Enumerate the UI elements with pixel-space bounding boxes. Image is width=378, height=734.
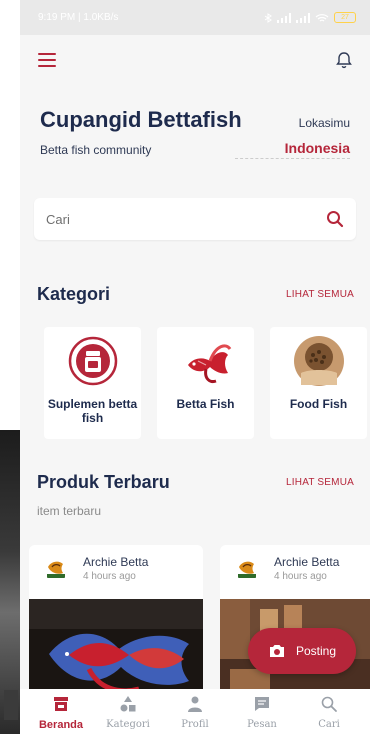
product-header: Archie Betta 4 hours ago [220, 545, 370, 599]
seller-name: Archie Betta [83, 555, 149, 569]
app-title: Cupangid Bettafish [40, 107, 242, 132]
posting-label: Posting [295, 644, 337, 658]
status-icons: 27 [264, 12, 356, 23]
menu-icon[interactable] [38, 53, 56, 67]
product-time: 4 hours ago [274, 571, 327, 582]
wifi-icon [315, 13, 329, 22]
product-time: 4 hours ago [83, 571, 136, 582]
phone-screen: 9:19 PM | 1.0KB/s 27 Cupangid Bettafish … [20, 0, 370, 734]
nav-item-cari[interactable]: Cari [296, 689, 362, 734]
newest-title: Produk Terbaru [37, 472, 170, 492]
search-input[interactable]: Cari [46, 212, 70, 227]
search-icon [321, 696, 337, 712]
category-label: Betta Fish [176, 397, 235, 411]
category-card-supplement[interactable]: Suplemen betta fish [44, 327, 141, 439]
category-card-food-fish[interactable]: Food Fish [270, 327, 367, 439]
posting-button[interactable]: Posting [248, 628, 356, 674]
battery-icon: 27 [334, 12, 356, 23]
nav-label: Cari [318, 719, 340, 730]
store-icon [54, 697, 68, 711]
person-icon [188, 696, 202, 712]
location-selector[interactable]: Indonesia [234, 140, 350, 159]
seller-logo-icon [234, 555, 260, 581]
nav-label: Kategori [106, 719, 150, 730]
message-icon [255, 697, 269, 711]
newest-header: Produk Terbaru LIHAT SEMUA [37, 472, 354, 493]
top-app-bar [20, 35, 370, 85]
nav-item-kategori[interactable]: Kategori [95, 689, 161, 734]
category-label: Suplemen betta fish [47, 397, 138, 425]
signal-icon [277, 12, 291, 23]
camera-icon [269, 645, 284, 657]
newest-see-all-link[interactable]: LIHAT SEMUA [286, 477, 354, 488]
bell-icon[interactable] [334, 50, 354, 70]
app-subtitle: Betta fish community [40, 143, 152, 157]
nav-item-pesan[interactable]: Pesan [229, 689, 295, 734]
status-time: 9:19 PM | 1.0KB/s [38, 12, 119, 23]
seller-name: Archie Betta [274, 555, 340, 569]
betta-fish-icon [180, 335, 232, 387]
category-list: Suplemen betta fish Betta Fish Food Fish [44, 327, 367, 439]
product-list: Archie Betta 4 hours ago Archie Betta 4 … [29, 545, 370, 705]
app-header: Cupangid Bettafish Betta fish community … [20, 85, 370, 160]
nav-label: Profil [181, 719, 209, 730]
seller-logo-icon [43, 555, 69, 581]
categories-header: Kategori LIHAT SEMUA [37, 284, 354, 305]
bottom-navigation: Beranda Kategori Profil Pesan Cari [20, 689, 370, 734]
nav-item-beranda[interactable]: Beranda [28, 689, 94, 734]
battery-level: 27 [341, 14, 349, 21]
product-card[interactable]: Archie Betta 4 hours ago [220, 545, 370, 705]
nav-item-profil[interactable]: Profil [162, 689, 228, 734]
nav-label: Pesan [247, 719, 277, 730]
category-card-betta-fish[interactable]: Betta Fish [157, 327, 254, 439]
product-header: Archie Betta 4 hours ago [29, 545, 203, 599]
location-label: Lokasimu [298, 116, 350, 130]
product-card[interactable]: Archie Betta 4 hours ago [29, 545, 203, 705]
shapes-icon [120, 696, 136, 712]
background-photo-edge [0, 430, 22, 734]
category-label: Food Fish [289, 397, 348, 411]
bluetooth-icon [264, 12, 272, 23]
signal-icon-2 [296, 12, 310, 23]
status-bar: 9:19 PM | 1.0KB/s 27 [20, 0, 370, 35]
search-icon[interactable] [326, 210, 344, 228]
supplement-jar-icon [67, 335, 119, 387]
categories-see-all-link[interactable]: LIHAT SEMUA [286, 289, 354, 300]
nav-label: Beranda [38, 719, 84, 731]
categories-title: Kategori [37, 284, 111, 304]
search-bar[interactable]: Cari [34, 198, 356, 240]
newest-subtitle: item terbaru [37, 504, 102, 518]
seller-info: Archie Betta 4 hours ago [83, 555, 148, 582]
fish-food-icon [293, 335, 345, 387]
seller-info: Archie Betta 4 hours ago [274, 555, 339, 582]
